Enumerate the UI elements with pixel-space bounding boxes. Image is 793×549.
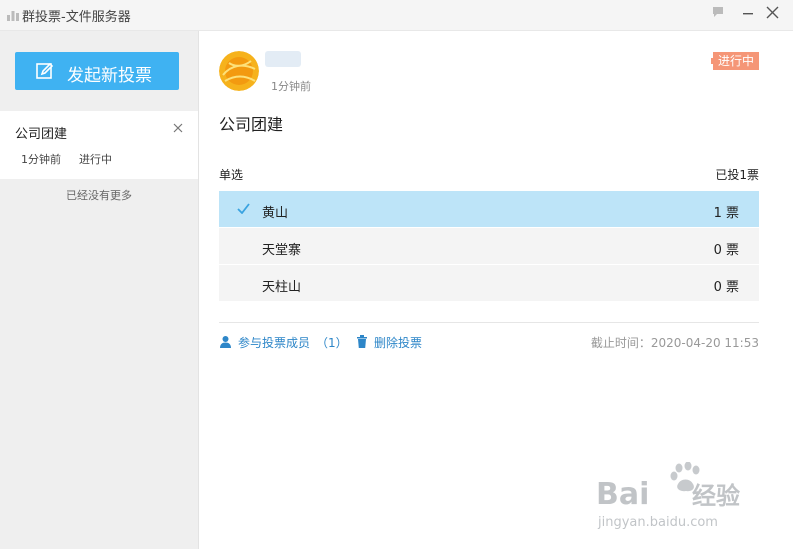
trash-icon [357, 335, 367, 348]
delete-vote-label: 删除投票 [374, 336, 423, 350]
deadline: 截止时间：2020-04-20 11:53 [590, 336, 759, 350]
vote-item-time: 1分钟前 [21, 153, 61, 166]
app-icon [7, 11, 19, 21]
check-icon [237, 203, 250, 214]
no-more-text: 已经没有更多 [66, 189, 132, 202]
svg-text:jingyan.baidu.com: jingyan.baidu.com [597, 515, 718, 530]
minimize-icon [743, 13, 753, 15]
participants-count: （1） [316, 336, 348, 350]
vote-option[interactable]: 天柱山 0 票 [219, 265, 759, 301]
vote-footer: 参与投票成员 （1） 删除投票 截止时间：2020-04-20 11:53 [219, 333, 759, 353]
vote-type: 单选 [219, 168, 244, 182]
vote-item-title: 公司团建 [15, 127, 68, 142]
vote-option[interactable]: 黄山 1 票 [219, 191, 759, 227]
avatar [219, 51, 259, 91]
option-label: 天柱山 [262, 280, 302, 295]
svg-text:经验: 经验 [692, 482, 740, 510]
status-badge: 进行中 [711, 52, 759, 70]
vote-title: 公司团建 [219, 115, 284, 134]
vote-item-status: 进行中 [79, 153, 112, 166]
baidu-watermark: Bai 经验 jingyan.baidu.com [596, 462, 740, 530]
post-time: 1分钟前 [271, 80, 311, 93]
vote-list-panel: 发起新投票 公司团建 1分钟前 进行中 已经没有更多 [0, 31, 199, 549]
option-label: 黄山 [262, 206, 289, 221]
new-vote-button[interactable]: 发起新投票 [15, 52, 179, 90]
participants-label: 参与投票成员 [238, 336, 311, 350]
edit-icon [36, 62, 54, 79]
vote-option[interactable]: 天堂寨 0 票 [219, 228, 759, 264]
new-vote-label: 发起新投票 [67, 66, 152, 86]
remove-vote-icon[interactable] [172, 122, 184, 134]
svg-text:Bai: Bai [596, 477, 649, 512]
vote-list-item[interactable]: 公司团建 1分钟前 进行中 [0, 111, 198, 179]
close-button[interactable] [764, 6, 780, 24]
option-votes: 1 票 [713, 206, 739, 221]
close-icon [766, 6, 778, 19]
divider [219, 322, 759, 323]
minimize-button[interactable] [740, 6, 756, 24]
vote-options: 黄山 1 票 天堂寨 0 票 天柱山 0 票 [219, 191, 759, 302]
option-votes: 0 票 [713, 243, 739, 258]
vote-count: 已投1票 [715, 168, 759, 182]
title-bar: 群投票-文件服务器 [0, 0, 793, 31]
feedback-icon[interactable] [710, 6, 726, 24]
option-votes: 0 票 [713, 280, 739, 295]
window-title: 群投票-文件服务器 [22, 10, 131, 25]
username [265, 51, 301, 67]
option-label: 天堂寨 [262, 243, 302, 258]
user-icon [220, 336, 231, 348]
